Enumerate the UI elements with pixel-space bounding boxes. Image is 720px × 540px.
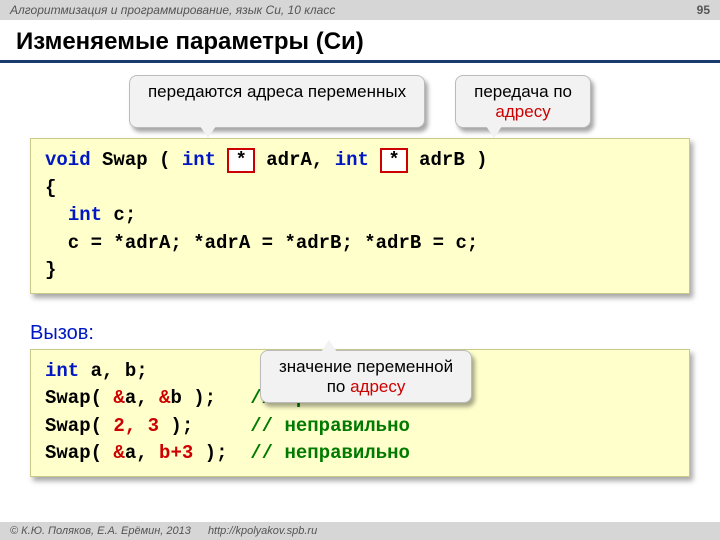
page-title: Изменяемые параметры (Си): [0, 20, 720, 63]
callout-text: передаются адреса переменных: [148, 82, 406, 101]
call-label: Вызов:: [30, 322, 690, 345]
callout-pass-by-address: передача по адресу: [455, 75, 591, 128]
ampersand: &: [159, 387, 170, 409]
ampersand: &: [113, 387, 124, 409]
footer-bar: © К.Ю. Поляков, Е.А. Ерёмин, 2013 http:/…: [0, 522, 720, 540]
copyright: © К.Ю. Поляков, Е.А. Ерёмин, 2013: [10, 525, 191, 537]
annotation-row: передаются адреса переменных передача по…: [30, 75, 690, 128]
comment-wrong: // неправильно: [250, 442, 410, 464]
kw-int: int: [45, 360, 79, 382]
kw-int: int: [68, 204, 102, 226]
expr-arg: b+3: [159, 442, 193, 464]
code-block-swap: void Swap ( int * adrA, int * adrB ) { i…: [30, 138, 690, 294]
header-bar: Алгоритмизация и программирование, язык …: [0, 0, 720, 20]
callout-text-2: адресу: [350, 377, 405, 396]
literal-args: 2, 3: [113, 415, 159, 437]
callout-addresses-passed: передаются адреса переменных: [129, 75, 425, 128]
pointer-star-2: *: [380, 148, 407, 173]
pointer-star-1: *: [227, 148, 254, 173]
kw-int: int: [335, 149, 369, 171]
page-number: 95: [697, 3, 710, 17]
callout-text-2: адресу: [495, 102, 550, 121]
footer-url: http://kpolyakov.spb.ru: [208, 525, 317, 537]
kw-void: void: [45, 149, 91, 171]
comment-wrong: // неправильно: [250, 415, 410, 437]
kw-int: int: [182, 149, 216, 171]
content-area: передаются адреса переменных передача по…: [0, 75, 720, 477]
callout-value-by-address: значение переменной по адресу: [260, 350, 472, 403]
course-label: Алгоритмизация и программирование, язык …: [10, 3, 335, 17]
callout-text-1: передача по: [474, 82, 572, 101]
ampersand: &: [113, 442, 124, 464]
callout-text-1: значение переменной: [279, 357, 453, 376]
